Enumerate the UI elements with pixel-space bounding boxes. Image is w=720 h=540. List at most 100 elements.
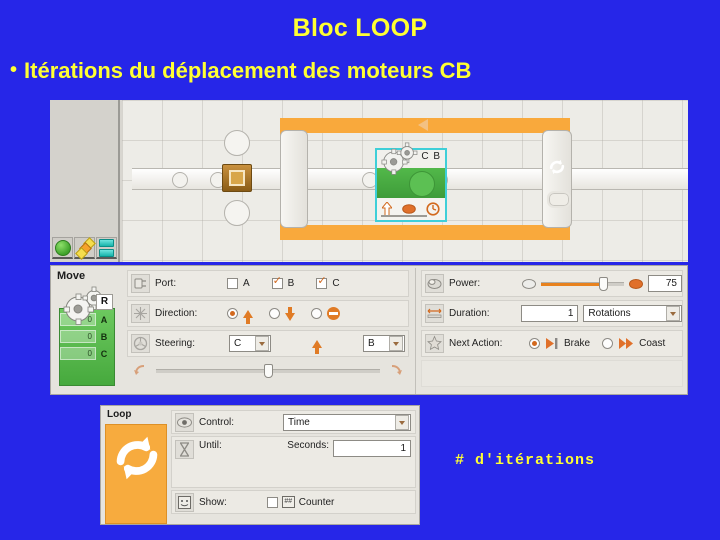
next-action-option-coast[interactable]: Coast [602,337,665,350]
steering-row: Steering: C B [127,330,409,357]
steering-icon [131,334,150,353]
chevron-down-icon[interactable] [395,414,409,430]
next-action-label: Next Action: [449,338,503,349]
duration-icon [425,304,444,323]
direction-label: Direction: [155,308,198,319]
port-checkbox-b[interactable] [271,276,283,289]
loop-control-select[interactable]: Time [283,413,411,431]
palette-pane [50,100,120,262]
palette-tab-custom[interactable] [96,237,117,259]
control-icon [175,412,194,432]
start-block-icon [222,164,252,192]
panel-divider [415,268,416,394]
steering-left-motor-select[interactable]: C [229,335,271,352]
move-block-underline [381,215,427,217]
turn-left-icon [134,365,145,375]
loop-start-tab[interactable] [280,130,308,228]
port-checkbox-a[interactable] [227,278,238,289]
bullet-line: • Itérations du déplacement des moteurs C… [10,58,710,84]
gears-icon [381,142,418,175]
port-option-b[interactable]: B [271,276,295,289]
table-row: 0 B [60,329,114,344]
bullet-marker: • [10,59,18,81]
power-low-icon [522,279,536,289]
icon-row-value: 0 [60,347,96,360]
palette-tab-bar [52,236,118,260]
loop-block-wrapper[interactable]: C B [280,118,572,240]
green-circle-icon [54,239,71,256]
duration-unit-select[interactable]: Rotations [583,305,682,322]
loop-cycle-icon [116,436,158,480]
direction-radio-stop[interactable] [311,308,322,319]
loop-until-row: Until: Seconds: 1 [171,436,416,488]
work-pane[interactable]: C B [122,100,688,262]
steering-right-motor-value: B [368,338,375,349]
move-block-on-canvas[interactable]: C B [375,142,447,222]
steering-label: Steering: [155,338,196,349]
power-row: Power: 75 [421,270,683,297]
steering-slider[interactable] [156,364,380,378]
duration-row: Duration: 1 Rotations [421,300,683,327]
start-lobe-top [224,130,250,156]
loop-bottom-bar [280,225,570,240]
arrow-up-icon [382,202,392,216]
next-action-radio-coast[interactable] [602,338,614,349]
brake-icon [546,338,558,349]
arrow-up-icon [243,309,253,324]
duration-value-field[interactable]: 1 [521,305,579,322]
port-checkbox-c[interactable] [316,276,328,289]
next-action-radio-brake[interactable] [529,338,540,349]
direction-option-forward[interactable] [227,308,253,324]
move-panel-left-column: Port: A B C Direction: [127,270,409,382]
start-block[interactable] [222,130,252,226]
direction-option-stop[interactable] [311,307,340,320]
power-slider[interactable] [541,276,624,291]
next-action-coast-label: Coast [639,338,666,349]
direction-radio-backward[interactable] [269,308,280,319]
loop-panel-block-icon [105,424,167,524]
iterations-annotation: # d'itérations [455,452,596,469]
port-label-b: B [287,278,295,289]
chevron-down-icon[interactable] [389,336,403,351]
power-value-field[interactable]: 75 [648,275,682,292]
loop-end-tab[interactable] [542,130,572,228]
loop-top-bar [280,118,570,133]
direction-radio-forward[interactable] [227,308,238,319]
start-lobe-bottom [224,200,250,226]
chevron-down-icon[interactable] [666,306,680,321]
power-slider-knob[interactable] [599,276,609,291]
beam-hole [172,172,188,188]
coast-icon [619,338,634,349]
palette-tab-complete[interactable] [74,237,96,260]
arrow-up-icon [312,339,322,354]
stop-icon [327,307,340,320]
move-block-ports-label: C B [421,151,441,162]
direction-option-backward[interactable] [269,306,295,321]
loop-panel-title: Loop [107,409,132,420]
port-option-c[interactable]: C [316,276,340,289]
next-action-option-brake[interactable]: Brake [529,337,590,350]
port-option-a[interactable]: A [227,278,250,289]
nxtg-canvas-screenshot: C B [50,100,688,262]
page-title: Bloc LOOP [292,14,428,42]
steering-left-motor-value: C [234,338,242,349]
steering-right-motor-select[interactable]: B [363,335,405,352]
loop-counter-checkbox[interactable] [266,496,278,508]
steering-slider-knob[interactable] [264,364,273,378]
next-action-filler-row [421,360,683,387]
next-action-brake-label: Brake [564,338,591,349]
loop-seconds-label: Seconds: [287,440,329,451]
loop-seconds-field[interactable]: 1 [333,440,411,457]
port-label-c: C [332,278,340,289]
bullet-text: Itérations du déplacement des moteurs CB [24,58,472,83]
hourglass-icon [175,440,194,459]
move-panel-icon-header: R [96,294,113,310]
move-configuration-panel: Move R 0 A 0 B 0 C Port: A ✓ B ✓ C Direc… [50,265,688,395]
chevron-down-icon[interactable] [255,336,269,351]
loop-direction-arrow-icon [418,119,428,131]
port-row: Port: A B C [127,270,409,297]
palette-tab-common[interactable] [52,237,73,259]
duration-icon [426,202,440,216]
loop-until-label: Until: [199,440,222,451]
power-icon [425,274,444,293]
